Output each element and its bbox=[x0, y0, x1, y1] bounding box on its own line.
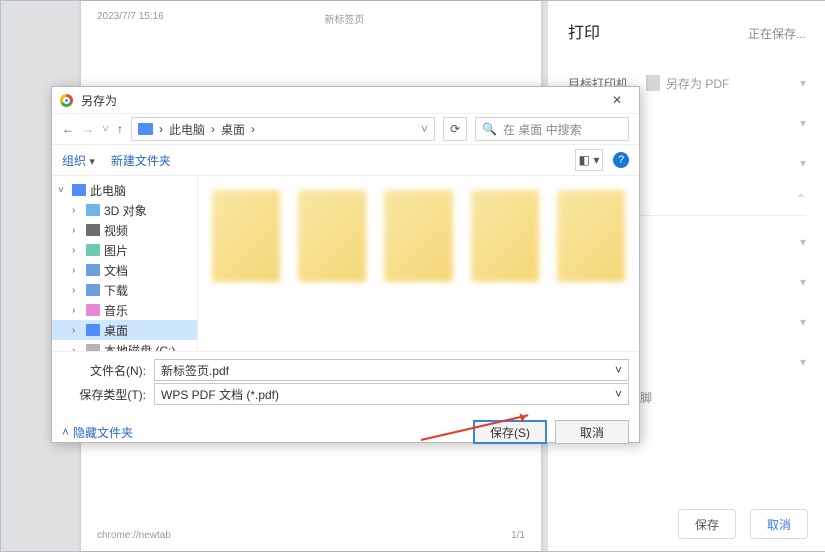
chevron-down-icon[interactable]: ˅ bbox=[615, 363, 622, 377]
chevron-down-icon: ▾ bbox=[800, 116, 806, 130]
folder-thumb[interactable] bbox=[471, 190, 539, 282]
tree-pictures[interactable]: ›图片 bbox=[52, 240, 197, 260]
chevron-down-icon: ▾ bbox=[800, 76, 806, 90]
view-mode-button[interactable]: ◧ ▾ bbox=[575, 149, 603, 171]
location-search-input[interactable]: 🔍 在 桌面 中搜索 bbox=[475, 117, 629, 141]
folder-thumb[interactable] bbox=[212, 190, 280, 282]
up-button[interactable]: ˅ bbox=[102, 122, 109, 136]
chrome-icon bbox=[60, 94, 73, 107]
save-as-dialog: 另存为 ✕ ← → ˅ ↑ › 此电脑 › 桌面 › ˅ ⟳ 🔍 在 桌面 中搜… bbox=[51, 86, 640, 443]
dialog-cancel-button[interactable]: 取消 bbox=[555, 420, 629, 444]
sidebar-save-button[interactable]: 保存 bbox=[678, 509, 736, 539]
file-thumbnails bbox=[198, 176, 639, 351]
folder-icon bbox=[138, 123, 153, 135]
address-bar[interactable]: › 此电脑 › 桌面 › ˅ bbox=[131, 117, 435, 141]
tree-downloads[interactable]: ›下载 bbox=[52, 280, 197, 300]
organize-menu[interactable]: 组织 ▾ bbox=[62, 152, 95, 169]
pdf-icon bbox=[646, 75, 660, 91]
file-name-input[interactable]: 新标签页.pdf ˅ bbox=[154, 359, 629, 381]
tree-documents[interactable]: ›文档 bbox=[52, 260, 197, 280]
up-arrow-icon[interactable]: ↑ bbox=[117, 122, 123, 136]
preview-tab-title: 新标签页 bbox=[324, 11, 364, 26]
back-button[interactable]: ← bbox=[62, 122, 74, 136]
chevron-down-icon: ▾ bbox=[800, 275, 806, 289]
refresh-button[interactable]: ⟳ bbox=[443, 117, 467, 141]
close-button[interactable]: ✕ bbox=[603, 93, 631, 107]
chevron-down-icon[interactable]: ˅ bbox=[615, 387, 622, 401]
chevron-down-icon: ▾ bbox=[800, 156, 806, 170]
sidebar-title: 打印 bbox=[568, 19, 600, 43]
preview-timestamp: 2023/7/7 15:16 bbox=[97, 11, 164, 26]
folder-thumb[interactable] bbox=[384, 190, 452, 282]
file-type-select[interactable]: WPS PDF 文档 (*.pdf) ˅ bbox=[154, 383, 629, 405]
nav-tree: ˅此电脑 ›3D 对象 ›视频 ›图片 ›文档 ›下载 ›音乐 ›桌面 ›本地磁… bbox=[52, 176, 198, 351]
tree-drive-c[interactable]: ›本地磁盘 (C:) bbox=[52, 340, 197, 351]
sidebar-cancel-button[interactable]: 取消 bbox=[750, 509, 808, 539]
tree-desktop[interactable]: ›桌面 bbox=[52, 320, 197, 340]
folder-thumb[interactable] bbox=[298, 190, 366, 282]
file-type-label: 保存类型(T): bbox=[62, 386, 146, 403]
hide-folders-toggle[interactable]: ˄隐藏文件夹 bbox=[62, 424, 133, 441]
tree-music[interactable]: ›音乐 bbox=[52, 300, 197, 320]
chevron-down-icon: ▾ bbox=[800, 315, 806, 329]
chevron-up-icon: ˄ bbox=[62, 425, 69, 439]
preview-page-number: 1/1 bbox=[511, 530, 525, 541]
tree-3d-objects[interactable]: ›3D 对象 bbox=[52, 200, 197, 220]
help-button[interactable]: ? bbox=[613, 152, 629, 168]
tree-videos[interactable]: ›视频 bbox=[52, 220, 197, 240]
chevron-down-icon: ▾ bbox=[800, 235, 806, 249]
destination-value: 另存为 PDF bbox=[666, 75, 729, 92]
crumb-desktop[interactable]: 桌面 bbox=[221, 121, 245, 138]
forward-button[interactable]: → bbox=[82, 122, 94, 136]
preview-footer-url: chrome://newtab bbox=[97, 530, 171, 541]
file-name-label: 文件名(N): bbox=[62, 362, 146, 379]
crumb-pc[interactable]: 此电脑 bbox=[169, 121, 205, 138]
address-drop-icon[interactable]: ˅ bbox=[421, 122, 428, 136]
tree-this-pc[interactable]: ˅此电脑 bbox=[52, 180, 197, 200]
dialog-title: 另存为 bbox=[81, 92, 117, 109]
chevron-down-icon: ▾ bbox=[800, 355, 806, 369]
search-placeholder: 在 桌面 中搜索 bbox=[503, 121, 582, 138]
sidebar-status: 正在保存... bbox=[748, 25, 806, 42]
new-folder-button[interactable]: 新建文件夹 bbox=[111, 152, 171, 169]
folder-thumb[interactable] bbox=[557, 190, 625, 282]
search-icon: 🔍 bbox=[482, 122, 497, 136]
file-name-value: 新标签页.pdf bbox=[161, 362, 229, 379]
file-type-value: WPS PDF 文档 (*.pdf) bbox=[161, 386, 279, 403]
